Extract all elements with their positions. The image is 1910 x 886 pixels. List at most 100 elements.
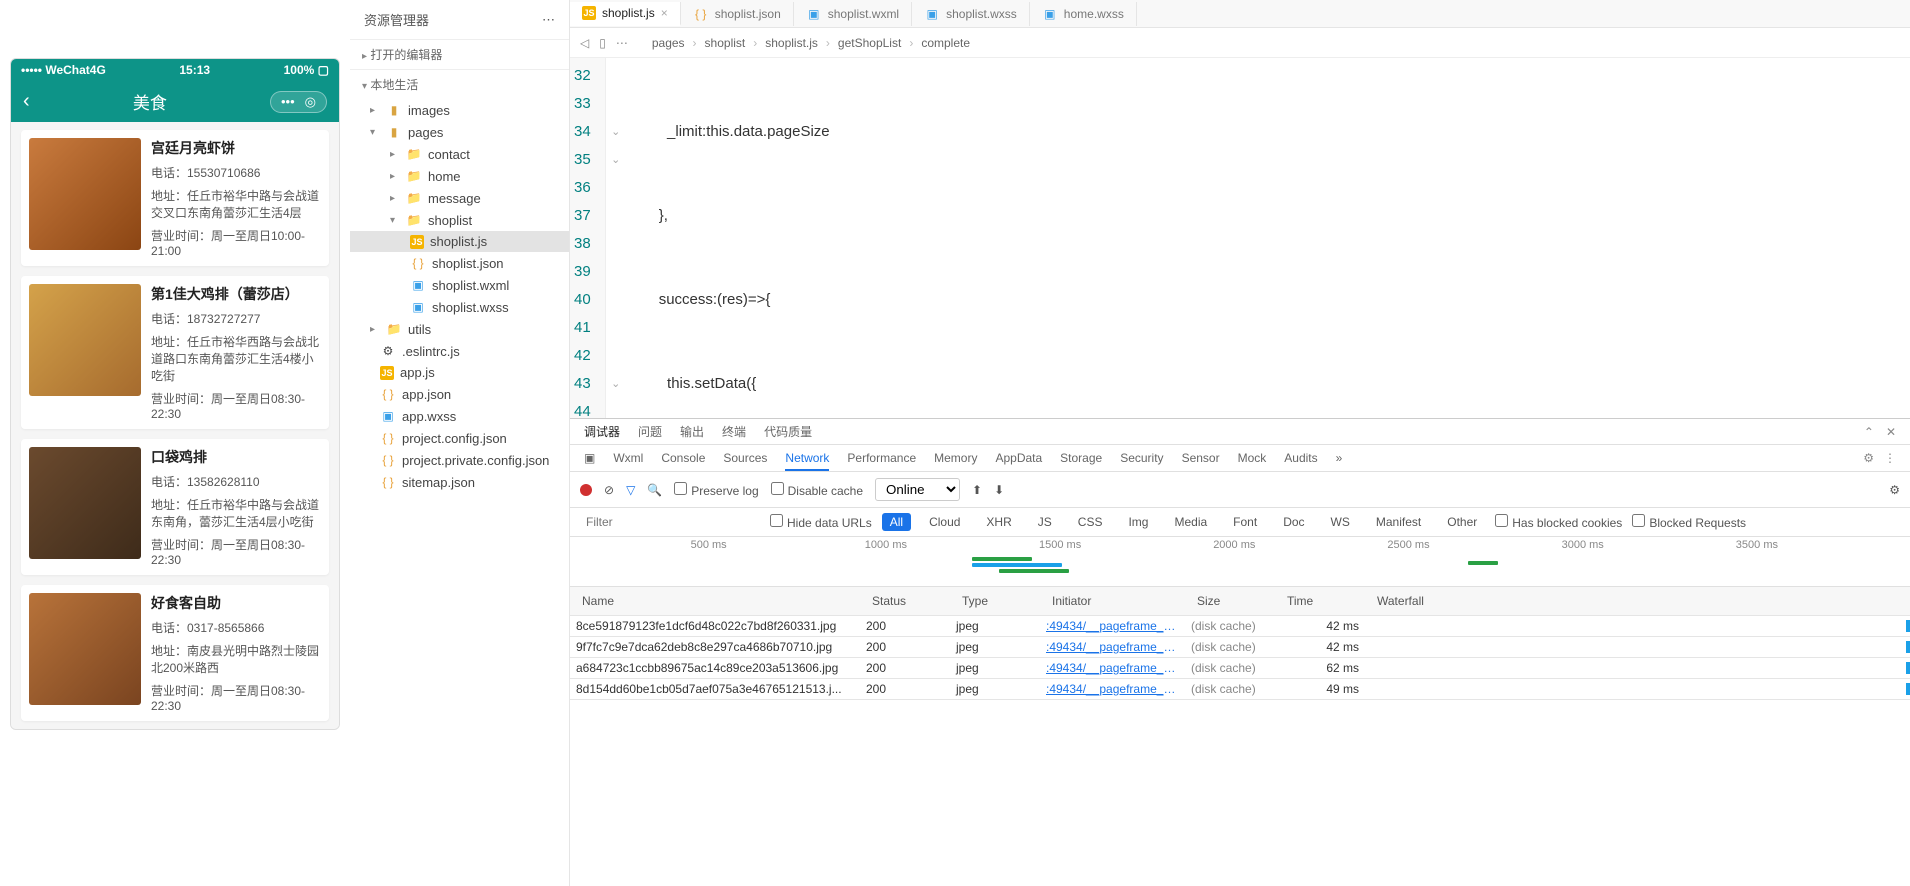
tree-folder-message[interactable]: ▸📁message xyxy=(350,187,569,209)
disable-cache-toggle[interactable]: Disable cache xyxy=(771,482,863,498)
close-icon[interactable]: ✕ xyxy=(1886,425,1896,439)
tab-performance[interactable]: Performance xyxy=(847,451,916,465)
filter-input[interactable] xyxy=(580,512,760,532)
tab-mock[interactable]: Mock xyxy=(1238,451,1267,465)
crumb[interactable]: complete xyxy=(921,36,970,50)
crumb[interactable]: shoplist.js xyxy=(765,36,818,50)
table-row[interactable]: a684723c1ccbb89675ac14c89ce203a513606.jp… xyxy=(570,658,1910,679)
more-icon[interactable]: ⋯ xyxy=(542,12,555,28)
chip-media[interactable]: Media xyxy=(1166,513,1215,531)
tab-sensor[interactable]: Sensor xyxy=(1182,451,1220,465)
code-line[interactable]: success:(res)=>{ xyxy=(634,286,1902,314)
open-editors-section[interactable]: ▸ 打开的编辑器 xyxy=(350,39,569,69)
chip-js[interactable]: JS xyxy=(1030,513,1060,531)
table-row[interactable]: 8ce591879123fe1dcf6d48c022c7bd8f260331.j… xyxy=(570,616,1910,637)
online-select[interactable]: Online xyxy=(875,478,960,501)
tree-file-shoplist-wxss[interactable]: ▣shoplist.wxss xyxy=(350,296,569,318)
target-icon[interactable]: ◎ xyxy=(305,94,316,110)
col-time[interactable]: Time xyxy=(1281,591,1371,611)
chip-xhr[interactable]: XHR xyxy=(978,513,1019,531)
download-icon[interactable]: ⬇ xyxy=(994,483,1004,497)
more-icon[interactable]: ⋯ xyxy=(616,36,628,50)
tab-shoplist-json[interactable]: { }shoplist.json xyxy=(681,2,794,26)
gear-icon[interactable]: ⚙ xyxy=(1863,451,1874,465)
col-initiator[interactable]: Initiator xyxy=(1046,591,1191,611)
tab-sources[interactable]: Sources xyxy=(723,451,767,465)
chip-doc[interactable]: Doc xyxy=(1275,513,1312,531)
tree-folder-shoplist[interactable]: ▾📁shoplist xyxy=(350,209,569,231)
search-icon[interactable]: 🔍 xyxy=(647,483,662,497)
tree-file-sitemap[interactable]: { }sitemap.json xyxy=(350,471,569,493)
tab-appdata[interactable]: AppData xyxy=(995,451,1042,465)
tree-file-eslintrc[interactable]: ⚙.eslintrc.js xyxy=(350,340,569,362)
crumb[interactable]: pages xyxy=(652,36,685,50)
tab-wxml[interactable]: Wxml xyxy=(613,451,643,465)
element-picker-icon[interactable]: ▣ xyxy=(584,451,595,465)
upload-icon[interactable]: ⬆ xyxy=(972,483,982,497)
crumb[interactable]: shoplist xyxy=(705,36,746,50)
shop-list[interactable]: 宫廷月亮虾饼电话：15530710686地址：任丘市裕华中路与会战道交叉口东南角… xyxy=(11,122,339,729)
fold-column[interactable]: ⌄⌄⌄ xyxy=(606,58,626,418)
chip-css[interactable]: CSS xyxy=(1070,513,1111,531)
bookmark-icon[interactable]: ▯ xyxy=(599,36,606,50)
tab-memory[interactable]: Memory xyxy=(934,451,977,465)
col-status[interactable]: Status xyxy=(866,591,956,611)
tab-storage[interactable]: Storage xyxy=(1060,451,1102,465)
tab-problems[interactable]: 问题 xyxy=(638,423,662,440)
chip-other[interactable]: Other xyxy=(1439,513,1485,531)
col-waterfall[interactable]: Waterfall xyxy=(1371,591,1904,611)
kebab-icon[interactable]: ⋮ xyxy=(1884,451,1896,465)
chip-manifest[interactable]: Manifest xyxy=(1368,513,1429,531)
code-content[interactable]: _limit:this.data.pageSize }, success:(re… xyxy=(626,58,1910,418)
chevron-up-icon[interactable]: ⌃ xyxy=(1864,425,1874,439)
tab-terminal[interactable]: 终端 xyxy=(722,423,746,440)
tab-code-quality[interactable]: 代码质量 xyxy=(764,423,812,440)
col-type[interactable]: Type xyxy=(956,591,1046,611)
tree-folder-images[interactable]: ▸▮images xyxy=(350,99,569,121)
more-tabs-icon[interactable]: » xyxy=(1336,451,1343,465)
gear-icon[interactable]: ⚙ xyxy=(1889,483,1900,497)
back-icon[interactable]: ‹ xyxy=(23,90,30,113)
chip-cloud[interactable]: Cloud xyxy=(921,513,968,531)
crumb[interactable]: getShopList xyxy=(838,36,901,50)
tab-audits[interactable]: Audits xyxy=(1284,451,1317,465)
tab-network[interactable]: Network xyxy=(785,451,829,471)
tree-file-app-json[interactable]: { }app.json xyxy=(350,383,569,405)
hide-data-urls-toggle[interactable]: Hide data URLs xyxy=(770,514,872,530)
more-icon[interactable]: ••• xyxy=(281,94,295,109)
nav-back-icon[interactable]: ◁ xyxy=(580,36,589,50)
tree-folder-pages[interactable]: ▾▮pages xyxy=(350,121,569,143)
chip-img[interactable]: Img xyxy=(1120,513,1156,531)
tree-file-project-config[interactable]: { }project.config.json xyxy=(350,427,569,449)
tree-file-app-wxss[interactable]: ▣app.wxss xyxy=(350,405,569,427)
network-timeline[interactable]: 500 ms 1000 ms 1500 ms 2000 ms 2500 ms 3… xyxy=(570,537,1910,587)
preserve-log-toggle[interactable]: Preserve log xyxy=(674,482,758,498)
code-editor[interactable]: 32333435363738394041424344 ⌄⌄⌄ _limit:th… xyxy=(570,58,1910,418)
table-row[interactable]: 8d154dd60be1cb05d7aef075a3e46765121513.j… xyxy=(570,679,1910,700)
table-row[interactable]: 9f7fc7c9e7dca62deb8c8e297ca4686b70710.jp… xyxy=(570,637,1910,658)
tree-file-shoplist-json[interactable]: { }shoplist.json xyxy=(350,252,569,274)
blocked-cookies-toggle[interactable]: Has blocked cookies xyxy=(1495,514,1622,530)
shop-card[interactable]: 第1佳大鸡排（蕾莎店）电话：18732727277地址：任丘市裕华西路与会战北道… xyxy=(21,276,329,429)
workspace-section[interactable]: ▾ 本地生活 xyxy=(350,69,569,99)
tab-shoplist-js[interactable]: JSshoplist.js× xyxy=(570,2,681,26)
tab-home-wxss[interactable]: ▣home.wxss xyxy=(1030,2,1137,26)
col-name[interactable]: Name xyxy=(576,591,866,611)
tab-shoplist-wxml[interactable]: ▣shoplist.wxml xyxy=(794,2,912,26)
blocked-requests-toggle[interactable]: Blocked Requests xyxy=(1632,514,1746,530)
tree-file-shoplist-wxml[interactable]: ▣shoplist.wxml xyxy=(350,274,569,296)
clear-icon[interactable]: ⊘ xyxy=(604,483,614,497)
tab-debugger[interactable]: 调试器 xyxy=(584,423,620,440)
code-line[interactable]: this.setData({ xyxy=(634,370,1902,398)
col-size[interactable]: Size xyxy=(1191,591,1281,611)
tab-shoplist-wxss[interactable]: ▣shoplist.wxss xyxy=(912,2,1030,26)
code-line[interactable]: _limit:this.data.pageSize xyxy=(634,118,1902,146)
filter-icon[interactable]: ▽ xyxy=(626,483,635,497)
shop-card[interactable]: 好食客自助电话：0317-8565866地址：南皮县光明中路烈士陵园北200米路… xyxy=(21,585,329,721)
tree-folder-utils[interactable]: ▸📁utils xyxy=(350,318,569,340)
chip-ws[interactable]: WS xyxy=(1323,513,1358,531)
tree-file-project-private-config[interactable]: { }project.private.config.json xyxy=(350,449,569,471)
tab-console[interactable]: Console xyxy=(661,451,705,465)
tree-file-app-js[interactable]: JSapp.js xyxy=(350,362,569,383)
chip-font[interactable]: Font xyxy=(1225,513,1265,531)
